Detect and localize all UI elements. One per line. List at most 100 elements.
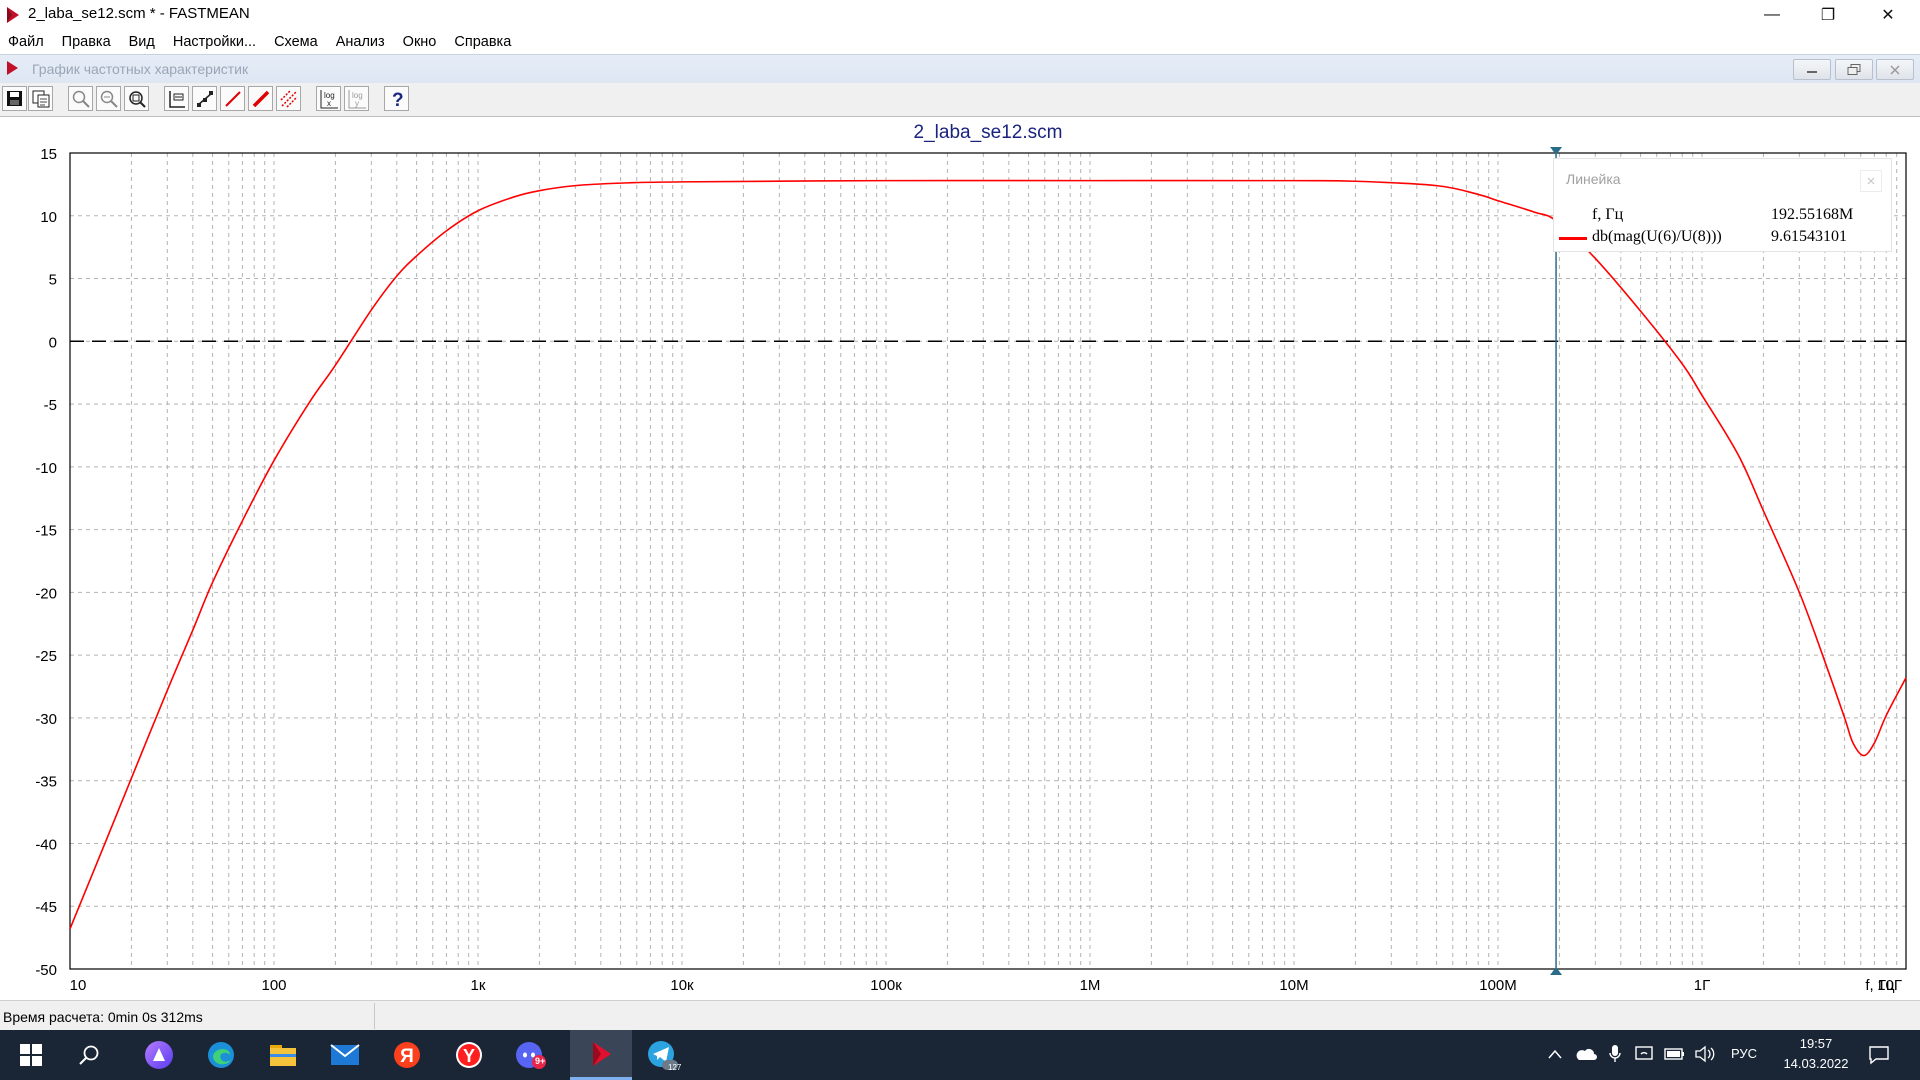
mail-button[interactable] [314,1030,376,1080]
y-tick-label: -20 [35,585,57,602]
title-bar: 2_laba_se12.scm * - FASTMEAN — ❐ ✕ [0,0,1920,30]
restore-icon [1847,64,1861,75]
telegram-button[interactable]: 127 [632,1030,694,1080]
clock-time[interactable]: 19:57 [1790,1036,1842,1051]
cursor-bottom-marker[interactable] [1550,967,1563,975]
battery-icon[interactable] [1664,1047,1686,1061]
maximize-button[interactable]: ❐ [1800,0,1856,30]
edge-button[interactable] [190,1030,252,1080]
child-close-button[interactable] [1876,59,1914,80]
save-button[interactable] [2,86,27,111]
zoom-in-button[interactable] [68,86,93,111]
zoom-fit-icon [128,90,146,108]
y-tick-label: -10 [35,460,57,477]
yandex-browser-button[interactable]: Y [438,1030,500,1080]
tick-labels: 15 10 5 0 -5 -10 -15 -20 -25 -30 -35 -40 -45 -50 10 100… [35,146,1902,994]
taskbar: Я Y 9+ 127 РУС 19:57 14.03.2022 [0,1030,1920,1080]
red-line-bold-icon [252,90,269,107]
plot-area[interactable]: 15 10 5 0 -5 -10 -15 -20 -25 -30 -35 -40 -45 -50 10 100… [0,117,1920,1000]
edge-icon [208,1042,234,1068]
clock-date[interactable]: 14.03.2022 [1779,1056,1853,1071]
minimize-icon [1807,70,1817,73]
menu-help[interactable]: Справка [445,30,520,54]
yandex-browser-icon: Y [456,1042,482,1068]
menu-file[interactable]: Файл [0,30,53,54]
frame-button[interactable] [164,86,189,111]
zoom-out-icon [100,90,118,108]
log-y-button[interactable]: log y [344,86,369,111]
x-tick-label: 10 [70,977,87,994]
x-tick-label: 100к [870,977,902,994]
start-button[interactable] [0,1030,62,1080]
menu-scheme[interactable]: Схема [265,30,327,54]
ruler-close-button[interactable] [1860,170,1882,192]
mail-icon [330,1044,360,1065]
alice-button[interactable] [128,1030,190,1080]
menu-view[interactable]: Вид [120,30,164,54]
cursor-top-marker[interactable] [1550,147,1563,155]
search-button[interactable] [58,1030,120,1080]
chevron-up-icon[interactable] [1548,1048,1562,1060]
close-button[interactable]: ✕ [1860,0,1916,30]
explorer-button[interactable] [252,1030,314,1080]
ruler-cursor[interactable] [1550,147,1563,975]
help-icon: ? [392,90,404,109]
network-icon[interactable] [1635,1045,1655,1063]
plot-frame [69,152,1907,970]
telegram-badge: 127 [668,1063,682,1072]
chart-title: 2_laba_se12.scm [914,122,1063,143]
red-line-button[interactable] [220,86,245,111]
y-tick-label: 15 [40,146,57,163]
notification-icon[interactable] [1868,1045,1890,1065]
fastmean-taskbar-button[interactable] [570,1030,632,1080]
ruler-panel: Линейка f, Гц 192.55168M db(mag(U(6)/U(8… [1553,158,1892,252]
close-icon [1890,64,1900,75]
close-icon [1867,177,1875,185]
red-line-bold-button[interactable] [248,86,273,111]
svg-text:Я: Я [400,1046,414,1067]
y-tick-label: -30 [35,711,57,728]
series-swatch [1559,237,1587,240]
menu-analysis[interactable]: Анализ [327,30,394,54]
status-bar: Время расчета: 0min 0s 312ms [0,1000,1920,1031]
log-x-button[interactable]: log x [316,86,341,111]
chart-window-icon [7,61,18,75]
onedrive-icon[interactable] [1575,1046,1597,1062]
svg-text:y: y [355,99,359,108]
yandex-button[interactable]: Я [376,1030,438,1080]
copy-button[interactable] [28,86,53,111]
red-hatch-button[interactable] [276,86,301,111]
child-minimize-button[interactable] [1793,59,1831,80]
menu-edit[interactable]: Правка [53,30,120,54]
help-button[interactable]: ? [384,86,409,111]
language-indicator[interactable]: РУС [1731,1046,1757,1061]
y-tick-label: -35 [35,774,57,791]
x-axis-label: f, Гц [1865,977,1895,994]
minimize-button[interactable]: — [1744,0,1800,30]
copy-icon [32,90,49,107]
ruler-row-value: 9.61543101 [1771,228,1847,245]
y-tick-label: -40 [35,836,57,853]
y-tick-label: 5 [49,272,57,289]
ruler-row-label: f, Гц [1592,206,1624,223]
svg-text:Y: Y [463,1046,475,1066]
volume-icon[interactable] [1694,1045,1716,1063]
discord-button[interactable]: 9+ [500,1030,562,1080]
child-restore-button[interactable] [1835,59,1873,80]
svg-text:x: x [327,99,331,108]
fastmean-icon [593,1041,611,1066]
zoom-fit-button[interactable] [124,86,149,111]
menu-settings[interactable]: Настройки... [164,30,265,54]
x-tick-label: 1к [471,977,486,994]
series-layer [69,179,1907,930]
zoom-in-icon [72,90,90,108]
save-icon [7,91,22,106]
microphone-icon[interactable] [1608,1044,1622,1064]
yandex-icon: Я [394,1042,420,1068]
menu-bar: Файл Правка Вид Настройки... Схема Анали… [0,30,1920,54]
zoom-out-button[interactable] [96,86,121,111]
x-tick-label: 100М [1479,977,1517,994]
menu-window[interactable]: Окно [394,30,446,54]
line-points-button[interactable] [192,86,217,111]
y-tick-label: -15 [35,523,57,540]
